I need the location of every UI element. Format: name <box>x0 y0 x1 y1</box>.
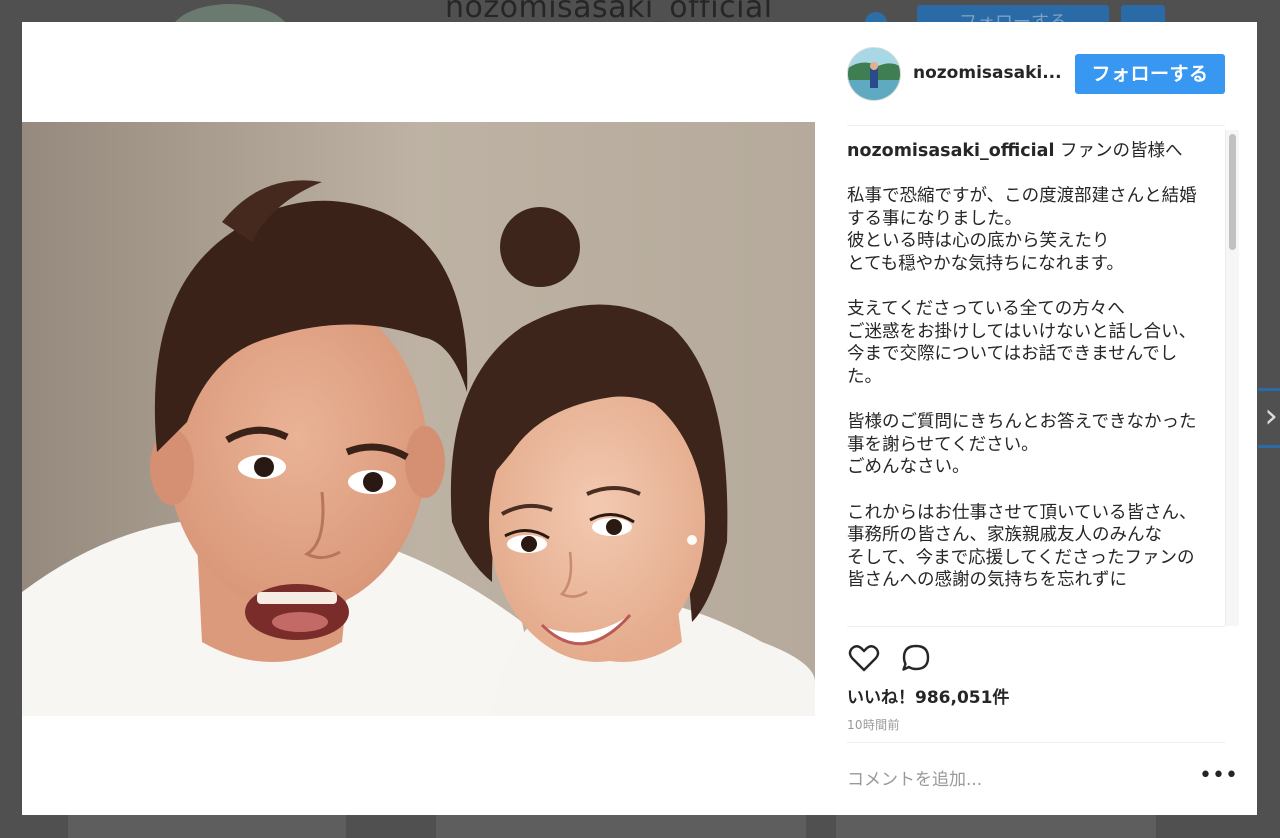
comment-input[interactable] <box>847 767 1177 793</box>
avatar[interactable] <box>847 47 901 101</box>
post-header: nozomisasaki... フォローする <box>847 22 1225 126</box>
comment-bubble-icon[interactable] <box>899 641 933 675</box>
next-post-arrow[interactable]: › <box>1258 388 1280 448</box>
post-sidebar: nozomisasaki... フォローする nozomisasaki_offi… <box>815 22 1257 815</box>
scrollbar-thumb[interactable] <box>1229 134 1236 250</box>
more-dots-icon[interactable]: ••• <box>1199 765 1238 787</box>
background-follow-button: フォローする <box>917 5 1109 22</box>
background-header: nozomisasaki_official フォローする <box>0 0 1280 22</box>
chevron-right-icon: › <box>1264 396 1278 436</box>
post-photo[interactable] <box>22 122 815 716</box>
caption: nozomisasaki_official ファンの皆様へ 私事で恐縮ですが、こ… <box>847 140 1207 592</box>
caption-scrollbar[interactable] <box>1225 130 1239 626</box>
avatar-image <box>848 48 900 100</box>
post-timestamp[interactable]: 10時間前 <box>847 716 900 733</box>
post-modal: nozomisasaki... フォローする nozomisasaki_offi… <box>22 22 1257 815</box>
caption-scroll-area[interactable]: nozomisasaki_official ファンの皆様へ 私事で恐縮ですが、こ… <box>847 126 1239 626</box>
background-username: nozomisasaki_official <box>445 0 773 22</box>
background-avatar <box>170 4 290 22</box>
verified-badge-icon <box>865 12 887 22</box>
heart-icon[interactable] <box>847 641 881 675</box>
photo-area <box>22 22 815 815</box>
comment-row: ••• <box>847 742 1238 816</box>
caption-text: ファンの皆様へ 私事で恐縮ですが、この度渡部建さんと結婚する事になりました。 彼… <box>847 141 1197 591</box>
post-photo-image <box>22 122 815 716</box>
caption-username[interactable]: nozomisasaki_official <box>847 141 1054 161</box>
follow-button[interactable]: フォローする <box>1075 54 1225 94</box>
background-dropdown-button <box>1121 5 1165 22</box>
like-count[interactable]: いいね！986,051件 <box>847 683 1009 708</box>
post-actions: いいね！986,051件 10時間前 ••• <box>847 626 1238 816</box>
post-username[interactable]: nozomisasaki... <box>913 63 1062 83</box>
